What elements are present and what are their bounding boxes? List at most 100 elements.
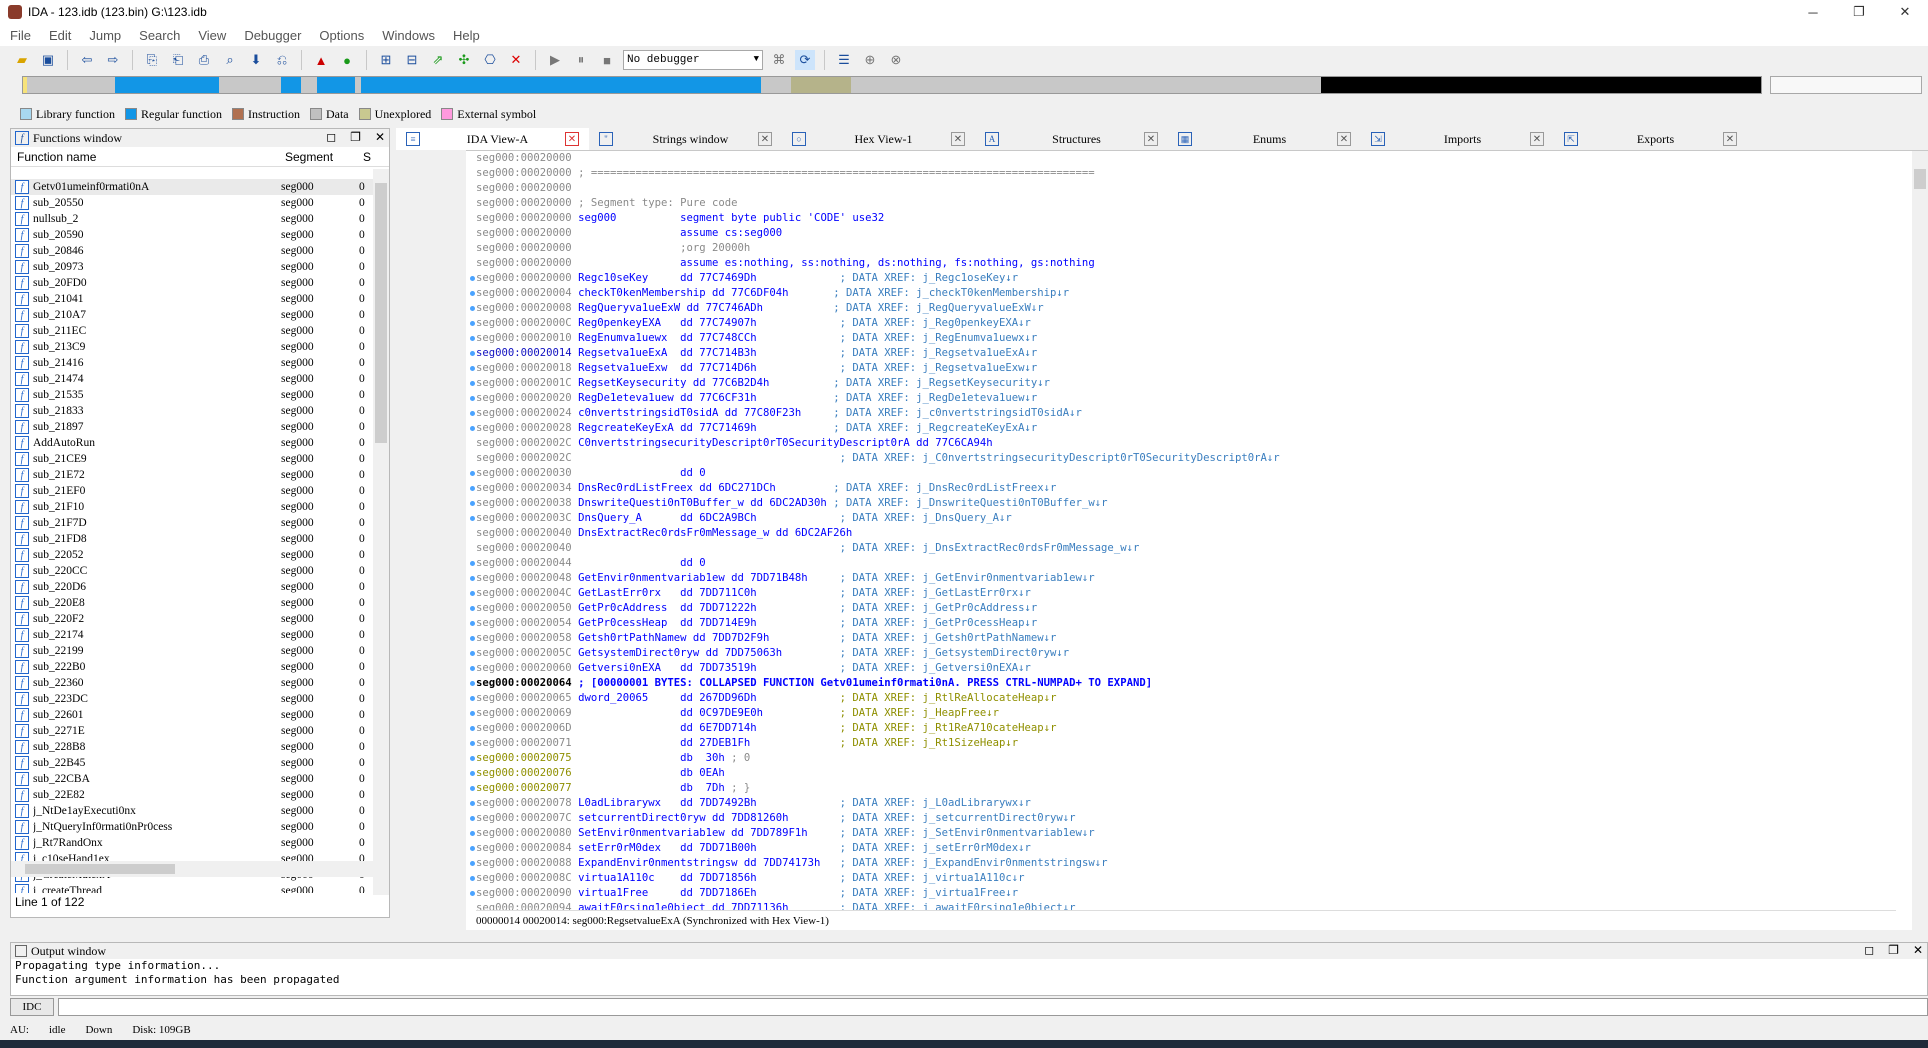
disasm-line[interactable]: seg000:00020014 Regsetva1ueExA dd 77C714… bbox=[476, 346, 1896, 361]
function-row[interactable]: f sub_21E72 seg000 0 bbox=[11, 467, 373, 483]
disasm-line[interactable]: seg000:00020038 DnswriteQuesti0nT0Buffer… bbox=[476, 496, 1896, 511]
function-row[interactable]: f sub_21416 seg000 0 bbox=[11, 355, 373, 371]
disasm-line[interactable]: seg000:00020064 ; [00000001 BYTES: COLLA… bbox=[476, 676, 1896, 691]
plugin-d-icon[interactable]: ✣ bbox=[454, 50, 474, 70]
panel-float-icon[interactable]: ❐ bbox=[350, 130, 361, 145]
disasm-line[interactable]: seg000:0002004C GetLastErr0rx dd 7DD711C… bbox=[476, 586, 1896, 601]
function-row[interactable]: f sub_21897 seg000 0 bbox=[11, 419, 373, 435]
function-row[interactable]: f sub_21EF0 seg000 0 bbox=[11, 483, 373, 499]
function-row[interactable]: f sub_20550 seg000 0 bbox=[11, 195, 373, 211]
function-row[interactable]: f sub_22CBA seg000 0 bbox=[11, 771, 373, 787]
navigation-strip[interactable] bbox=[22, 76, 1762, 94]
functions-hscrollbar[interactable] bbox=[11, 861, 373, 877]
tab-hex-view-1[interactable]: ○ Hex View-1 ✕ bbox=[782, 128, 975, 150]
disasm-line[interactable]: seg000:00020090 virtua1Free dd 7DD7186Eh… bbox=[476, 886, 1896, 901]
function-row[interactable]: f sub_20FD0 seg000 0 bbox=[11, 275, 373, 291]
plugin-b-icon[interactable]: ⊟ bbox=[402, 50, 422, 70]
disasm-line[interactable]: seg000:00020050 GetPr0cAddress dd 7DD712… bbox=[476, 601, 1896, 616]
disasm-line[interactable]: seg000:0002003C DnsQuery_A dd 6DC2A9BCh … bbox=[476, 511, 1896, 526]
disasm-line[interactable]: seg000:00020071 dd 27DEB1Fh ; DATA XREF:… bbox=[476, 736, 1896, 751]
disasm-line[interactable]: seg000:0002000C Reg0penkeyEXA dd 77C7490… bbox=[476, 316, 1896, 331]
disasm-line[interactable]: seg000:00020030 dd 0 bbox=[476, 466, 1896, 481]
function-row[interactable]: f sub_22199 seg000 0 bbox=[11, 643, 373, 659]
tab-close-icon[interactable]: ✕ bbox=[1530, 132, 1544, 146]
function-row[interactable]: f sub_210A7 seg000 0 bbox=[11, 307, 373, 323]
disasm-line[interactable]: seg000:00020028 RegcreateKeyExA dd 77C71… bbox=[476, 421, 1896, 436]
function-row[interactable]: f sub_21F7D seg000 0 bbox=[11, 515, 373, 531]
panel-close-icon[interactable]: ✕ bbox=[375, 130, 385, 145]
plugin-c-icon[interactable]: ⇗ bbox=[428, 50, 448, 70]
disasm-line[interactable]: seg000:00020044 dd 0 bbox=[476, 556, 1896, 571]
function-row[interactable]: f sub_21F10 seg000 0 bbox=[11, 499, 373, 515]
function-row[interactable]: f sub_2271E seg000 0 bbox=[11, 723, 373, 739]
close-window-button[interactable]: ✕ bbox=[1882, 0, 1928, 24]
idc-language-button[interactable]: IDC bbox=[10, 998, 54, 1016]
disasm-line[interactable]: seg000:00020000 bbox=[476, 151, 1896, 166]
disasm-line[interactable]: seg000:00020078 L0adLibrarywx dd 7DD7492… bbox=[476, 796, 1896, 811]
tab-close-icon[interactable]: ✕ bbox=[565, 132, 579, 146]
scroll-thumb[interactable] bbox=[375, 183, 387, 443]
tab-close-icon[interactable]: ✕ bbox=[1144, 132, 1158, 146]
col-function-name[interactable]: Function name bbox=[11, 150, 279, 164]
text-search-icon[interactable]: ⎗ bbox=[168, 50, 188, 70]
tab-close-icon[interactable]: ✕ bbox=[951, 132, 965, 146]
col-start[interactable]: S bbox=[357, 150, 371, 164]
jump-down-icon[interactable]: ⬇ bbox=[246, 50, 266, 70]
panel-maximize-icon[interactable]: ◻ bbox=[1864, 943, 1874, 958]
scroll-thumb[interactable] bbox=[1914, 169, 1926, 189]
tab-imports[interactable]: ⇲ Imports ✕ bbox=[1361, 128, 1554, 150]
disasm-line[interactable]: seg000:00020000 bbox=[476, 181, 1896, 196]
disasm-line[interactable]: seg000:00020000 assume es:nothing, ss:no… bbox=[476, 256, 1896, 271]
panel-close-icon[interactable]: ✕ bbox=[1913, 943, 1923, 958]
function-row[interactable]: f sub_20846 seg000 0 bbox=[11, 243, 373, 259]
menu-debugger[interactable]: Debugger bbox=[244, 28, 301, 43]
menu-options[interactable]: Options bbox=[319, 28, 364, 43]
minimize-button[interactable]: ─ bbox=[1790, 0, 1836, 24]
disasm-line[interactable]: seg000:0002002C C0nvertstringsecurityDes… bbox=[476, 436, 1896, 451]
disasm-line[interactable]: seg000:00020008 RegQueryva1ueExW dd 77C7… bbox=[476, 301, 1896, 316]
tab-close-icon[interactable]: ✕ bbox=[1337, 132, 1351, 146]
tab-enums[interactable]: ▦ Enums ✕ bbox=[1168, 128, 1361, 150]
disasm-line[interactable]: seg000:00020004 checkT0kenMembership dd … bbox=[476, 286, 1896, 301]
disasm-line[interactable]: seg000:00020000 ; ======================… bbox=[476, 166, 1896, 181]
function-row[interactable]: f j_NtQueryInf0rmati0nPr0cess seg000 0 bbox=[11, 819, 373, 835]
function-row[interactable]: f sub_220F2 seg000 0 bbox=[11, 611, 373, 627]
disasm-line[interactable]: seg000:00020018 Regsetva1ueExw dd 77C714… bbox=[476, 361, 1896, 376]
scroll-thumb[interactable] bbox=[25, 864, 175, 874]
open-folder-icon[interactable]: ▰ bbox=[12, 50, 32, 70]
function-row[interactable]: f sub_21CE9 seg000 0 bbox=[11, 451, 373, 467]
function-row[interactable]: f sub_20973 seg000 0 bbox=[11, 259, 373, 275]
disasm-line[interactable]: seg000:00020040 ; DATA XREF: j_DnsExtrac… bbox=[476, 541, 1896, 556]
function-row[interactable]: f sub_228B8 seg000 0 bbox=[11, 739, 373, 755]
disasm-line[interactable]: seg000:00020084 setErr0rM0dex dd 7DD71B0… bbox=[476, 841, 1896, 856]
stop-icon[interactable]: ■ bbox=[597, 50, 617, 70]
function-row[interactable]: f sub_220CC seg000 0 bbox=[11, 563, 373, 579]
disasm-line[interactable]: seg000:00020069 dd 0C97DE9E0h ; DATA XRE… bbox=[476, 706, 1896, 721]
function-row[interactable]: f nullsub_2 seg000 0 bbox=[11, 211, 373, 227]
breakpoint-clear-icon[interactable]: ⊗ bbox=[886, 50, 906, 70]
menu-windows[interactable]: Windows bbox=[382, 28, 435, 43]
tab-structures[interactable]: A Structures ✕ bbox=[975, 128, 1168, 150]
idc-command-input[interactable] bbox=[58, 998, 1928, 1016]
function-row[interactable]: f sub_21833 seg000 0 bbox=[11, 403, 373, 419]
function-row[interactable]: f sub_20590 seg000 0 bbox=[11, 227, 373, 243]
disasm-line[interactable]: seg000:0002007C setcurrentDirect0ryw dd … bbox=[476, 811, 1896, 826]
ida-vscrollbar[interactable] bbox=[1912, 151, 1928, 931]
function-row[interactable]: f sub_220D6 seg000 0 bbox=[11, 579, 373, 595]
menu-file[interactable]: File bbox=[10, 28, 31, 43]
breakpoint-list-icon[interactable]: ☰ bbox=[834, 50, 854, 70]
disasm-line[interactable]: seg000:00020010 RegEnumva1uewx dd 77C748… bbox=[476, 331, 1896, 346]
function-row[interactable]: f sub_22601 seg000 0 bbox=[11, 707, 373, 723]
function-row[interactable]: f j_Rt7RandOnx seg000 0 bbox=[11, 835, 373, 851]
pause-icon[interactable]: ⏸ bbox=[571, 50, 591, 70]
delete-icon[interactable]: ✕ bbox=[506, 50, 526, 70]
function-row[interactable]: f sub_220E8 seg000 0 bbox=[11, 595, 373, 611]
disasm-line[interactable]: seg000:00020076 db 0EAh bbox=[476, 766, 1896, 781]
tab-close-icon[interactable]: ✕ bbox=[758, 132, 772, 146]
function-row[interactable]: f AddAutoRun seg000 0 bbox=[11, 435, 373, 451]
tab-close-icon[interactable]: ✕ bbox=[1723, 132, 1737, 146]
disasm-line[interactable]: seg000:00020000 Regc10seKey dd 77C7469Dh… bbox=[476, 271, 1896, 286]
forward-arrow-icon[interactable]: ⇨ bbox=[103, 50, 123, 70]
menu-view[interactable]: View bbox=[198, 28, 226, 43]
green-circle-icon[interactable]: ● bbox=[337, 50, 357, 70]
